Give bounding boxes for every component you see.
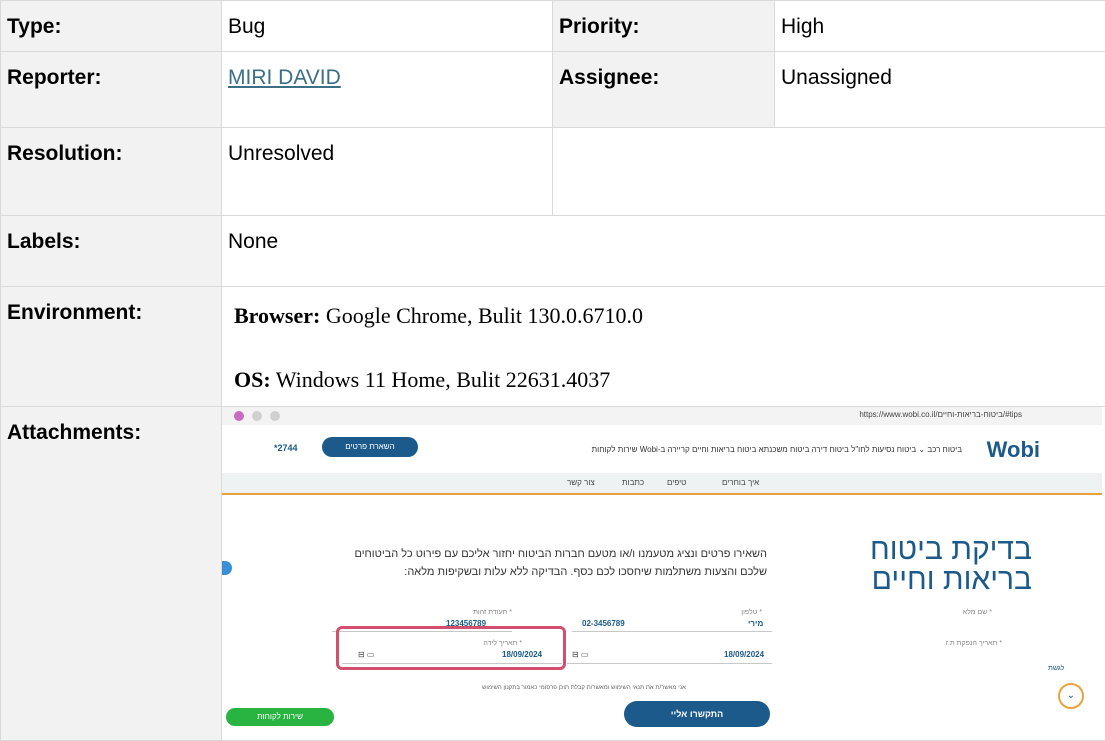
priority-label: Priority: bbox=[553, 1, 775, 52]
row-reporter-assignee: Reporter: MIRI DAVID Assignee: Unassigne… bbox=[1, 52, 1105, 128]
birth-date-highlight-box bbox=[336, 626, 566, 670]
labels-label: Labels: bbox=[1, 216, 222, 287]
site-nav-links: ביטוח רכב ⌄ ביטוח נסיעות לחו"ל ביטוח דיר… bbox=[592, 445, 962, 454]
issue-date-value: 18/09/2024 bbox=[724, 650, 764, 659]
reporter-label: Reporter: bbox=[1, 52, 222, 128]
whatsapp-customer-service-button: שירות לקוחות bbox=[226, 708, 334, 726]
browser-label: Browser: bbox=[234, 303, 320, 328]
os-value: Windows 11 Home, Bulit 22631.4037 bbox=[276, 367, 610, 392]
page-heading: בדיקת ביטוח בריאות וחיים bbox=[832, 535, 1032, 595]
row-type-priority: Type: Bug Priority: High bbox=[1, 1, 1105, 52]
row-resolution: Resolution: Unresolved bbox=[1, 128, 1105, 216]
full-name-value: מירי bbox=[748, 619, 763, 628]
assignee-label: Assignee: bbox=[553, 52, 775, 128]
environment-browser-line: Browser: Google Chrome, Bulit 130.0.6710… bbox=[234, 303, 1099, 329]
subnav-item-articles: כתבות bbox=[622, 478, 644, 487]
row-environment: Environment: Browser: Google Chrome, Bul… bbox=[1, 287, 1105, 407]
row-labels: Labels: None bbox=[1, 216, 1105, 287]
resolution-value: Unresolved bbox=[222, 128, 553, 216]
subnav-item-contact: צור קשר bbox=[567, 478, 595, 487]
browser-value: Google Chrome, Bulit 130.0.6710.0 bbox=[326, 303, 643, 328]
reporter-link[interactable]: MIRI DAVID bbox=[228, 66, 341, 89]
issue-date-label: * תאריך הנפקת ת.ז bbox=[946, 640, 1002, 647]
id-label: * תעודת זהות bbox=[473, 609, 512, 616]
phone-label: * טלפון bbox=[741, 609, 762, 616]
site-phone: *2744 bbox=[274, 443, 298, 453]
subnav-item-how: איך בוחרים bbox=[722, 478, 759, 487]
resolution-empty-cell bbox=[553, 128, 1105, 216]
attachments-cell: https://www.wobi.co.il/ביטוח-בריאות-וחיי… bbox=[222, 407, 1105, 741]
leave-details-button: השארת פרטים bbox=[322, 437, 418, 457]
chevron-down-icon: ⌄ bbox=[1058, 683, 1084, 709]
priority-value: High bbox=[775, 1, 1105, 52]
browser-toolbar: https://www.wobi.co.il/ביטוח-בריאות-וחיי… bbox=[222, 407, 1102, 426]
issue-date-underline bbox=[567, 663, 772, 664]
issue-date-calendar-icon: ⊟ ▭ bbox=[572, 650, 588, 659]
attachment-screenshot[interactable]: https://www.wobi.co.il/ביטוח-בריאות-וחיי… bbox=[222, 407, 1102, 740]
consent-text: אני מאשר/ת את תנאי השימוש ומאשר/ת קבלת ת… bbox=[482, 685, 686, 691]
tab-icon bbox=[252, 411, 262, 421]
phone-value: 02-3456789 bbox=[582, 619, 625, 628]
wobi-logo: Wobi bbox=[987, 437, 1040, 463]
address-bar-url: https://www.wobi.co.il/ביטוח-בריאות-וחיי… bbox=[859, 410, 1022, 419]
reporter-cell: MIRI DAVID bbox=[222, 52, 553, 128]
side-label: לגשת bbox=[1048, 665, 1064, 672]
subnav-item-tips: טיפים bbox=[667, 478, 686, 487]
type-value: Bug bbox=[222, 1, 553, 52]
row-attachments: Attachments: https://www.wobi.co.il/ביטו… bbox=[1, 407, 1105, 741]
environment-value: Browser: Google Chrome, Bulit 130.0.6710… bbox=[222, 287, 1105, 407]
assignee-value: Unassigned bbox=[775, 52, 1105, 128]
contact-me-button: התקשרו אליי bbox=[624, 701, 770, 727]
environment-os-line: OS: Windows 11 Home, Bulit 22631.4037 bbox=[234, 367, 1099, 393]
environment-label: Environment: bbox=[1, 287, 222, 407]
attachments-label: Attachments: bbox=[1, 407, 222, 741]
profile-icon bbox=[234, 411, 244, 421]
resolution-label: Resolution: bbox=[1, 128, 222, 216]
accessibility-icon bbox=[222, 561, 232, 575]
os-label: OS: bbox=[234, 367, 271, 392]
star-icon bbox=[270, 411, 280, 421]
phone-underline bbox=[572, 631, 772, 632]
type-label: Type: bbox=[1, 1, 222, 52]
labels-value: None bbox=[222, 216, 1105, 287]
page-intro: השאירו פרטים ונציג מטעמנו ו/או מטעם חברו… bbox=[347, 545, 767, 581]
full-name-label: * שם מלא bbox=[963, 609, 992, 616]
site-subnav: איך בוחרים טיפים כתבות צור קשר bbox=[222, 473, 1102, 495]
issue-details-table: Type: Bug Priority: High Reporter: MIRI … bbox=[0, 0, 1105, 741]
